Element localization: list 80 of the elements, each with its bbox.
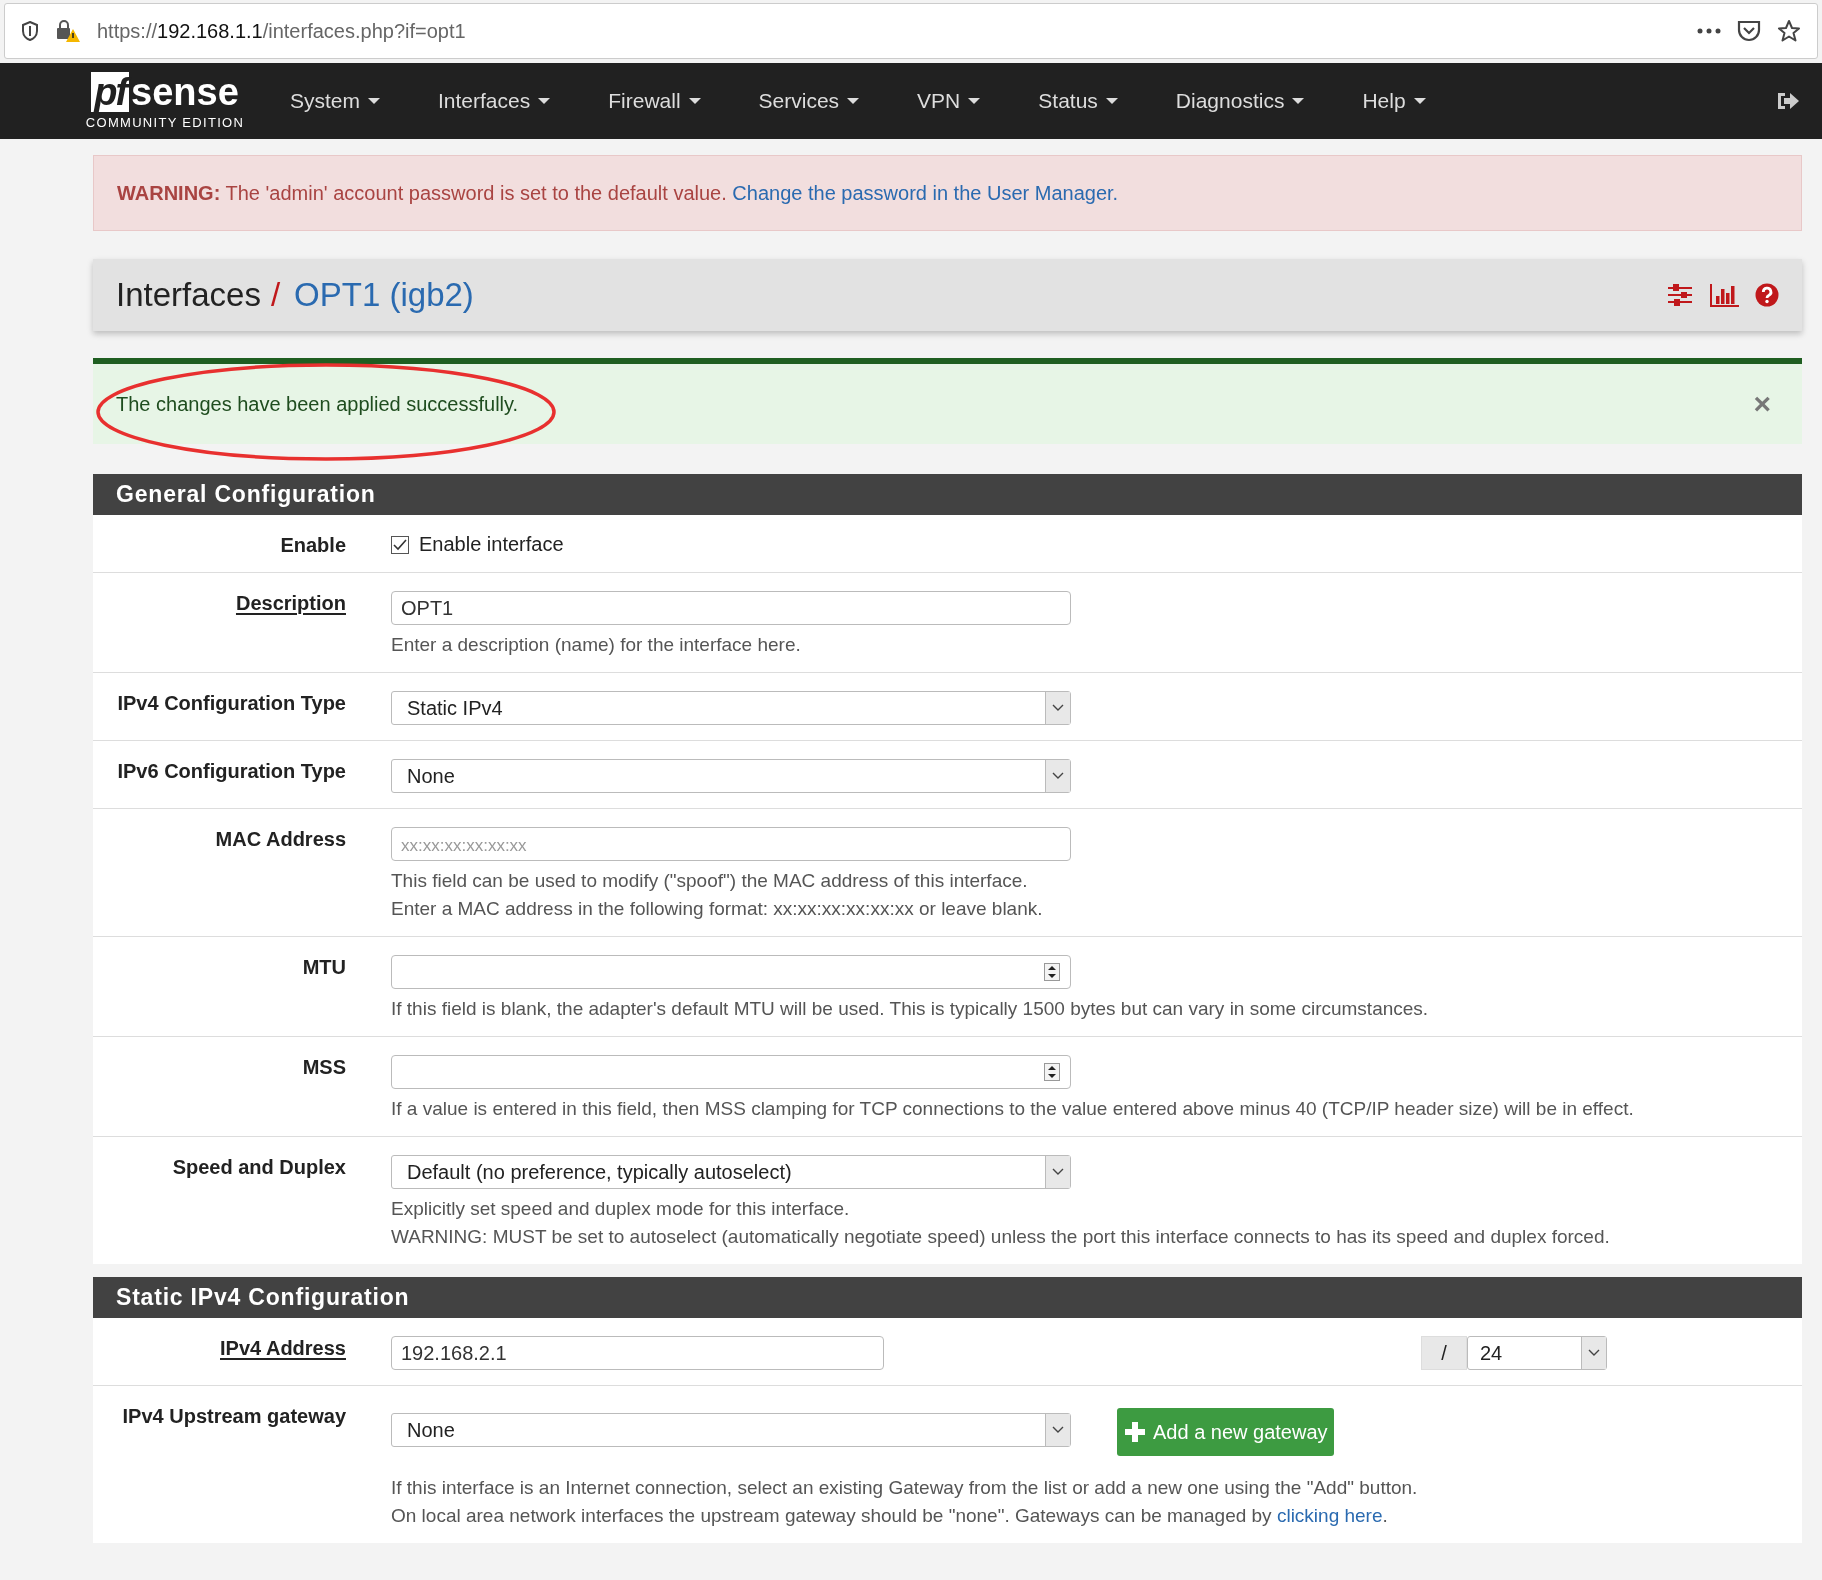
dropdown[interactable]: None bbox=[391, 1413, 1071, 1447]
field-label: IPv4 Configuration Type bbox=[117, 692, 346, 714]
menu-item[interactable]: VPN bbox=[897, 89, 1001, 113]
number-field[interactable] bbox=[391, 1055, 1071, 1089]
logo-mark: pf bbox=[91, 72, 130, 112]
pocket-icon[interactable] bbox=[1737, 20, 1761, 42]
field-label: MSS bbox=[302, 1056, 346, 1078]
field-label-link[interactable]: Description bbox=[235, 592, 346, 614]
menu-item[interactable]: Status bbox=[1018, 89, 1138, 113]
address-bar[interactable]: https://192.168.1.1/interfaces.php?if=opt1 bbox=[97, 19, 466, 43]
chevron-down-icon bbox=[1052, 1168, 1064, 1176]
help-link[interactable]: clicking here bbox=[1276, 1505, 1383, 1526]
caret-icon bbox=[1292, 98, 1305, 104]
breadcrumb-current[interactable]: OPT1 (igb2) bbox=[294, 276, 474, 314]
field-label: IPv4 Upstream gateway bbox=[122, 1405, 346, 1427]
logo-wordmark: sense bbox=[131, 72, 239, 112]
breadcrumb-parent[interactable]: Interfaces bbox=[116, 276, 261, 314]
menu-item[interactable]: Help bbox=[1342, 89, 1446, 113]
shield-icon bbox=[21, 21, 39, 41]
help-text: Explicitly set speed and duplex mode for this interface. bbox=[391, 1197, 851, 1221]
caret-icon bbox=[847, 98, 860, 104]
cidr-separator: / bbox=[1421, 1336, 1467, 1370]
number-field[interactable] bbox=[391, 955, 1071, 989]
help-text: This field can be used to modify ("spoof") the MAC address of this interface. bbox=[391, 869, 1029, 893]
spinner-icon[interactable] bbox=[1044, 963, 1060, 981]
help-text: Enter a description (name) for the interface here. bbox=[391, 633, 802, 657]
warning-text: WARNING: The 'admin' account password is set to the default value. Change the password in the User Manager. bbox=[117, 181, 1119, 205]
caret-icon bbox=[538, 98, 551, 104]
ip-address-field[interactable]: 192.168.2.1 bbox=[391, 1336, 884, 1370]
more-icon[interactable] bbox=[1697, 28, 1721, 34]
success-message: The changes have been applied successfully. bbox=[116, 392, 519, 416]
help-text: If a value is entered in this field, then MSS clamping for TCP connections to the value entered above minus 40 (TCP/IP header size) will be in effect. bbox=[391, 1097, 1635, 1121]
bar-chart-icon[interactable] bbox=[1709, 283, 1739, 307]
field-label: MAC Address bbox=[215, 828, 346, 850]
section-header: Static IPv4 Configuration bbox=[93, 1277, 1802, 1318]
field-label: Enable bbox=[280, 534, 346, 556]
menu-item[interactable]: Services bbox=[738, 89, 880, 113]
field-label: IPv6 Configuration Type bbox=[117, 760, 346, 782]
add-gateway-button[interactable]: Add a new gateway bbox=[1117, 1408, 1334, 1456]
caret-icon bbox=[688, 98, 701, 104]
help-text: If this interface is an Internet connection, select an existing Gateway from the list or add a new one using the "Add" button. bbox=[391, 1476, 1419, 1500]
help-text: WARNING: MUST be set to autoselect (automatically negotiate speed) unless the port this interface connects to has its speed and duplex forced. bbox=[391, 1225, 1611, 1249]
logout-icon[interactable] bbox=[1776, 90, 1800, 112]
spinner-icon[interactable] bbox=[1044, 1063, 1060, 1081]
text-field[interactable]: OPT1 bbox=[391, 591, 1071, 625]
star-icon[interactable] bbox=[1777, 19, 1801, 43]
chevron-down-icon bbox=[1052, 1426, 1064, 1434]
help-text: Enter a MAC address in the following format: xx:xx:xx:xx:xx:xx or leave blank. bbox=[391, 897, 1044, 921]
caret-icon bbox=[368, 98, 380, 104]
help-text: On local area network interfaces the upstream gateway should be "none". Gateways can be managed by clicking here. bbox=[391, 1504, 1389, 1528]
chevron-down-icon bbox=[1052, 772, 1064, 780]
help-icon[interactable] bbox=[1755, 283, 1779, 307]
plus-icon bbox=[1125, 1422, 1145, 1442]
close-button[interactable]: × bbox=[1745, 387, 1779, 421]
caret-icon bbox=[1413, 98, 1426, 104]
dropdown[interactable]: Static IPv4 bbox=[391, 691, 1071, 725]
checkbox[interactable] bbox=[391, 535, 409, 554]
menu-item[interactable]: Interfaces bbox=[418, 89, 571, 113]
dropdown[interactable]: Default (no preference, typically autoselect) bbox=[391, 1155, 1071, 1189]
text-field[interactable]: xx:xx:xx:xx:xx:xx bbox=[391, 827, 1071, 861]
menu-item[interactable]: System bbox=[270, 89, 400, 113]
field-label-link[interactable]: IPv4 Address bbox=[220, 1337, 346, 1359]
menu-item[interactable]: Diagnostics bbox=[1155, 89, 1325, 113]
field-label: MTU bbox=[302, 956, 346, 978]
section-header: General Configuration bbox=[93, 474, 1802, 515]
logo-tagline: COMMUNITY EDITION bbox=[85, 115, 245, 130]
menu-item[interactable]: Firewall bbox=[588, 89, 721, 113]
caret-icon bbox=[1105, 98, 1118, 104]
field-label: Speed and Duplex bbox=[172, 1156, 346, 1178]
breadcrumb-separator: / bbox=[270, 276, 281, 314]
chevron-down-icon bbox=[1588, 1349, 1600, 1357]
chevron-down-icon bbox=[1052, 704, 1064, 712]
caret-icon bbox=[968, 98, 981, 104]
sliders-icon[interactable] bbox=[1667, 284, 1693, 306]
dropdown[interactable]: None bbox=[391, 759, 1071, 793]
lock-warning-icon bbox=[55, 19, 81, 43]
checkbox-label[interactable]: Enable interface bbox=[419, 533, 564, 556]
help-text: If this field is blank, the adapter's default MTU will be used. This is typically 1500 bytes but can vary in some circumstances. bbox=[391, 997, 1430, 1021]
subnet-dropdown[interactable]: 24 bbox=[1467, 1336, 1607, 1370]
change-password-link[interactable]: Change the password in the User Manager. bbox=[732, 181, 1119, 204]
